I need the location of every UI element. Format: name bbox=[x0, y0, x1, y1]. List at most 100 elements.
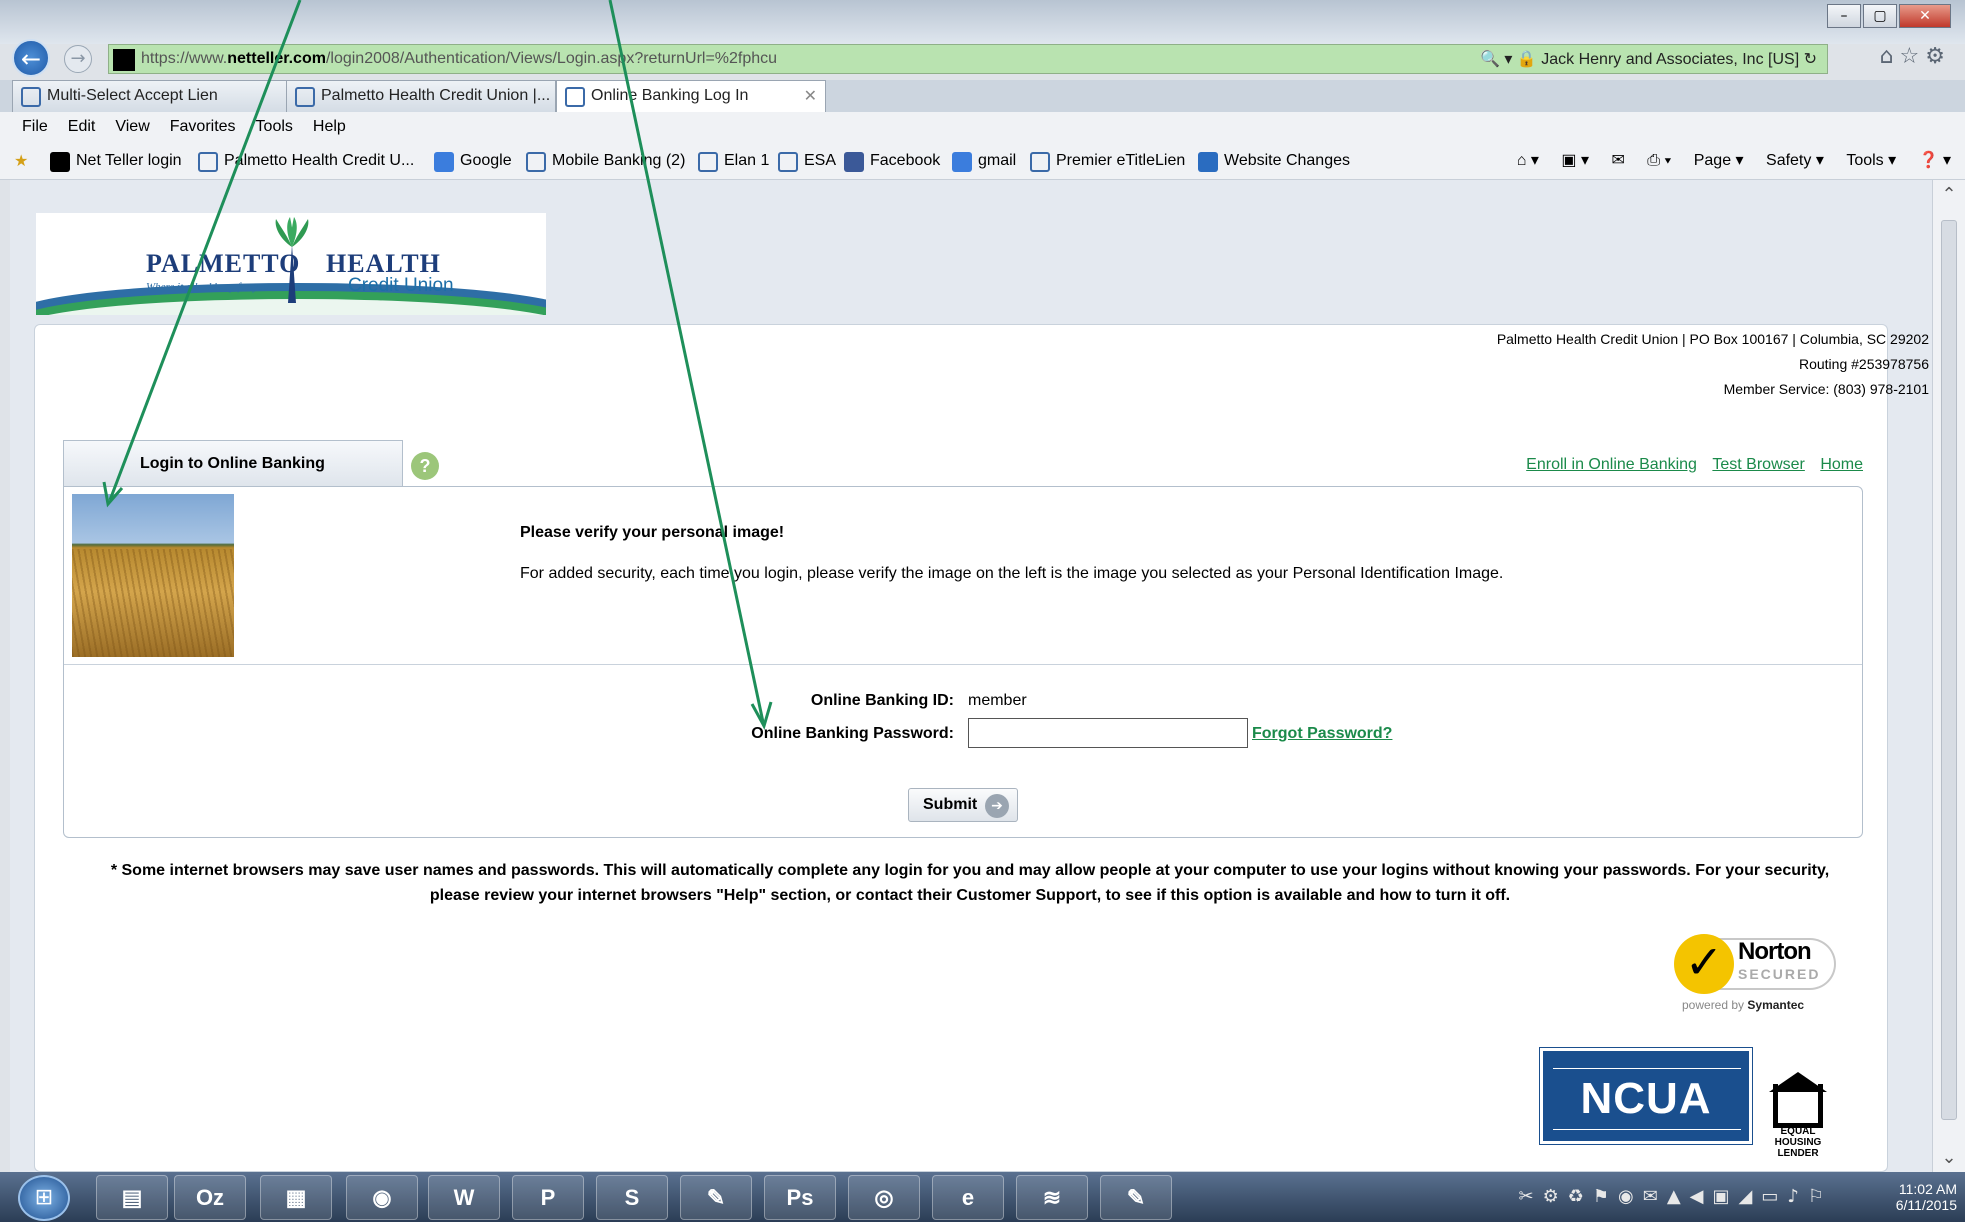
photoshop-taskbar-icon[interactable]: Ps bbox=[764, 1175, 836, 1220]
home-star-gear-icons[interactable]: ⌂☆⚙ bbox=[1880, 44, 1951, 69]
password-input[interactable] bbox=[968, 718, 1248, 748]
norton-powered-by: powered by Symantec bbox=[1682, 998, 1805, 1012]
minimize-button[interactable]: – bbox=[1827, 4, 1861, 28]
ie-page-icon bbox=[698, 152, 718, 172]
windows-taskbar: ⊞ ▤ Oz ▦ ◉ W P S ✎ Ps ◎ e ≋ ✎ ✂⚙♻⚑◉✉▲◀▣◢… bbox=[0, 1172, 1965, 1222]
fav-facebook[interactable]: Facebook bbox=[844, 142, 940, 180]
fav-mobile-banking[interactable]: Mobile Banking (2) bbox=[526, 142, 685, 180]
maximize-button[interactable]: ▢ bbox=[1863, 4, 1897, 28]
certificate-info[interactable]: 🔍 ▾ 🔒 Jack Henry and Associates, Inc [US… bbox=[1480, 49, 1817, 69]
scroll-down-icon[interactable]: ⌄ bbox=[1933, 1147, 1965, 1168]
forward-button[interactable]: → bbox=[64, 45, 92, 73]
tab-online-banking[interactable]: Online Banking Log In ✕ bbox=[556, 80, 826, 113]
spotify-taskbar-icon[interactable]: ≋ bbox=[1016, 1175, 1088, 1220]
system-tray-icons[interactable]: ✂⚙♻⚑◉✉▲◀▣◢▭♪⚐ bbox=[1519, 1186, 1833, 1207]
ie-taskbar-icon[interactable]: e bbox=[932, 1175, 1004, 1220]
menu-edit[interactable]: Edit bbox=[68, 112, 96, 142]
feather-taskbar-icon[interactable]: ✎ bbox=[680, 1175, 752, 1220]
scroll-thumb[interactable] bbox=[1941, 220, 1957, 1120]
home-link[interactable]: Home bbox=[1820, 456, 1863, 473]
google-icon bbox=[952, 152, 972, 172]
banking-id-value: member bbox=[968, 692, 1027, 709]
fav-google[interactable]: Google bbox=[434, 142, 512, 180]
chrome-taskbar-icon[interactable]: ◎ bbox=[848, 1175, 920, 1220]
help-icon[interactable]: ❓ ▾ bbox=[1919, 152, 1951, 169]
fav-esa[interactable]: ESA bbox=[778, 142, 836, 180]
fav-elan[interactable]: Elan 1 bbox=[698, 142, 769, 180]
firefox-taskbar-icon[interactable]: ◉ bbox=[346, 1175, 418, 1220]
start-button[interactable]: ⊞ bbox=[18, 1175, 70, 1221]
google-icon bbox=[434, 152, 454, 172]
feather2-taskbar-icon[interactable]: ✎ bbox=[1100, 1175, 1172, 1220]
autocomplete-notice: * Some internet browsers may save user n… bbox=[80, 858, 1860, 908]
fav-gmail[interactable]: gmail bbox=[952, 142, 1016, 180]
personal-identification-image bbox=[72, 494, 234, 657]
enroll-link[interactable]: Enroll in Online Banking bbox=[1526, 456, 1697, 473]
menu-file[interactable]: File bbox=[22, 112, 48, 142]
feeds-icon[interactable]: ▣ ▾ bbox=[1561, 152, 1589, 169]
clock-date: 6/11/2015 bbox=[1895, 1197, 1957, 1213]
page-icon bbox=[565, 87, 585, 107]
submit-button[interactable]: Submit ➔ bbox=[908, 788, 1018, 822]
section-divider bbox=[64, 664, 1862, 665]
help-icon[interactable]: ? bbox=[411, 452, 439, 480]
menu-tools[interactable]: Tools bbox=[256, 112, 293, 142]
close-window-button[interactable]: ✕ bbox=[1899, 4, 1951, 28]
ie-page-icon bbox=[526, 152, 546, 172]
print-icon[interactable]: ⎙ ▾ bbox=[1647, 152, 1671, 169]
ie-page-icon bbox=[778, 152, 798, 172]
vertical-scrollbar[interactable]: ⌃ ⌄ bbox=[1932, 180, 1965, 1172]
logo-tagline: Where it all adds up for you. bbox=[146, 281, 272, 293]
favorites-bar: ★ Net Teller login Palmetto Health Credi… bbox=[0, 142, 1965, 180]
ie-page-icon bbox=[198, 152, 218, 172]
fav-website-changes[interactable]: Website Changes bbox=[1198, 142, 1350, 180]
tab-palmetto-health[interactable]: Palmetto Health Credit Union |... bbox=[286, 80, 556, 112]
fav-net-teller[interactable]: Net Teller login bbox=[50, 142, 182, 180]
norton-secured: SECURED bbox=[1738, 966, 1821, 982]
black-square-icon bbox=[50, 152, 70, 172]
notice-line-1: * Some internet browsers may save user n… bbox=[110, 862, 1830, 879]
url-text: https://www.netteller.com/login2008/Auth… bbox=[141, 50, 778, 67]
close-tab-icon[interactable]: ✕ bbox=[804, 81, 817, 111]
back-button[interactable]: ← bbox=[12, 39, 50, 77]
test-browser-link[interactable]: Test Browser bbox=[1712, 456, 1804, 473]
calculator-taskbar-icon[interactable]: ▦ bbox=[260, 1175, 332, 1220]
forgot-password-link[interactable]: Forgot Password? bbox=[1252, 725, 1392, 743]
tab-multi-select[interactable]: Multi-Select Accept Lien bbox=[12, 80, 292, 112]
address-bar[interactable]: https://www.netteller.com/login2008/Auth… bbox=[108, 44, 1828, 74]
outlook-taskbar-icon[interactable]: Oz bbox=[174, 1175, 246, 1220]
m-site-icon bbox=[1198, 152, 1218, 172]
fav-premier[interactable]: Premier eTitleLien bbox=[1030, 142, 1185, 180]
ie-page-icon bbox=[295, 87, 315, 107]
norton-secured-badge[interactable]: ✓ Norton SECURED powered by Symantec bbox=[1672, 930, 1842, 1012]
publisher-taskbar-icon[interactable]: P bbox=[512, 1175, 584, 1220]
favorites-star-icon[interactable]: ★ bbox=[14, 142, 28, 180]
login-tab: Login to Online Banking bbox=[63, 440, 403, 486]
explorer-taskbar-icon[interactable]: ▤ bbox=[96, 1175, 168, 1220]
menu-view[interactable]: View bbox=[115, 112, 149, 142]
clock[interactable]: 11:02 AM 6/11/2015 bbox=[1896, 1172, 1957, 1222]
page-menu[interactable]: Page ▾ bbox=[1694, 152, 1744, 169]
routing-number: Routing #253978756 bbox=[1798, 356, 1929, 372]
home-icon[interactable]: ⌂ ▾ bbox=[1517, 152, 1539, 169]
site-favicon-icon bbox=[113, 49, 135, 71]
window-controls: – ▢ ✕ bbox=[1825, 4, 1951, 28]
norton-name: Norton bbox=[1738, 938, 1812, 965]
menu-favorites[interactable]: Favorites bbox=[170, 112, 236, 142]
login-box bbox=[63, 486, 1863, 838]
banking-id-label: Online Banking ID: bbox=[810, 692, 954, 709]
member-service-phone: Member Service: (803) 978-2101 bbox=[1723, 381, 1929, 397]
menu-help[interactable]: Help bbox=[313, 112, 346, 142]
word-taskbar-icon[interactable]: W bbox=[428, 1175, 500, 1220]
tools-menu[interactable]: Tools ▾ bbox=[1846, 152, 1896, 169]
scroll-up-icon[interactable]: ⌃ bbox=[1933, 184, 1965, 205]
menu-bar: File Edit View Favorites Tools Help bbox=[0, 112, 1965, 142]
fav-palmetto[interactable]: Palmetto Health Credit U... bbox=[198, 142, 414, 180]
ie-page-icon bbox=[1030, 152, 1050, 172]
command-bar: ⌂ ▾ ▣ ▾ ✉ ⎙ ▾ Page ▾ Safety ▾ Tools ▾ ❓ … bbox=[1499, 142, 1951, 180]
safety-menu[interactable]: Safety ▾ bbox=[1766, 152, 1824, 169]
mail-icon[interactable]: ✉ bbox=[1611, 152, 1624, 169]
app-taskbar-icon[interactable]: S bbox=[596, 1175, 668, 1220]
ie-page-icon bbox=[21, 87, 41, 107]
equal-housing-lender-logo: EQUAL HOUSING LENDER bbox=[1766, 1072, 1830, 1159]
